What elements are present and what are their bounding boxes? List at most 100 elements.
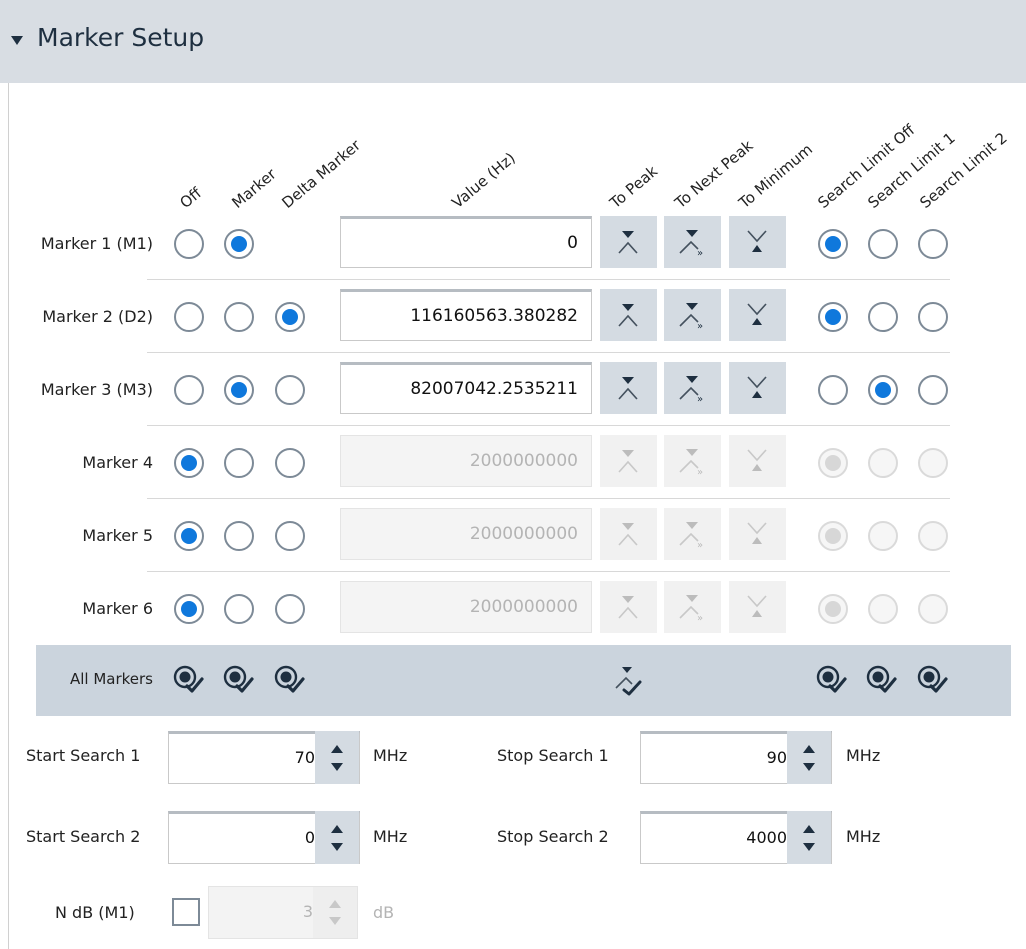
search-limit-1-radio <box>868 448 898 478</box>
increment-icon[interactable] <box>803 825 815 833</box>
start-search-2-label: Start Search 2 <box>26 827 141 846</box>
to-peak-button[interactable] <box>600 216 657 268</box>
row-separator <box>147 279 950 280</box>
search-limit-off-radio <box>818 521 848 551</box>
search-limit-off-radio[interactable] <box>818 302 848 332</box>
delta-marker-radio[interactable] <box>275 448 305 478</box>
to-next-peak-button[interactable]: » <box>664 362 721 414</box>
marker-row-label: Marker 1 (M1) <box>40 234 153 253</box>
marker-on-radio[interactable] <box>224 375 254 405</box>
marker-on-radio[interactable] <box>224 594 254 624</box>
to-next-peak-icon: » <box>679 230 703 259</box>
decrement-icon[interactable] <box>803 763 815 771</box>
to-next-peak-icon: » <box>679 522 703 551</box>
search-limit-off-radio[interactable] <box>818 229 848 259</box>
to-minimum-icon <box>747 595 767 617</box>
delta-marker-radio[interactable] <box>275 521 305 551</box>
search-limit-2-radio[interactable] <box>918 302 948 332</box>
increment-icon[interactable] <box>803 745 815 753</box>
start-search-2-stepper[interactable] <box>315 811 359 864</box>
to-next-peak-button[interactable]: » <box>664 216 721 268</box>
col-header-delta-marker: Delta Marker <box>278 136 365 212</box>
to-peak-button <box>600 508 657 560</box>
all-markers-off-icon[interactable] <box>172 664 204 696</box>
to-peak-icon <box>618 304 638 327</box>
marker-value-input[interactable]: 82007042.2535211 <box>340 362 592 414</box>
search-limit-2-radio[interactable] <box>918 375 948 405</box>
panel-border <box>8 83 9 949</box>
marker-value-input[interactable]: 116160563.380282 <box>340 289 592 341</box>
marker-off-radio[interactable] <box>174 375 204 405</box>
stop-search-1-value[interactable]: 90 <box>767 734 787 782</box>
search-limit-2-radio <box>918 521 948 551</box>
to-peak-button[interactable] <box>600 289 657 341</box>
start-search-1-field[interactable]: 70 <box>168 731 360 784</box>
search-limit-1-radio[interactable] <box>868 302 898 332</box>
search-limit-2-radio <box>918 594 948 624</box>
marker-off-radio[interactable] <box>174 594 204 624</box>
marker-on-radio[interactable] <box>224 521 254 551</box>
stop-search-2-stepper[interactable] <box>787 811 831 864</box>
to-minimum-icon <box>747 230 767 252</box>
search-limit-1-radio <box>868 594 898 624</box>
all-markers-search-limit-1-icon[interactable] <box>865 664 897 696</box>
stop-search-2-value[interactable]: 4000 <box>746 814 787 862</box>
decrement-icon[interactable] <box>803 843 815 851</box>
stop-search-1-field[interactable]: 90 <box>640 731 832 784</box>
to-minimum-button[interactable] <box>729 216 786 268</box>
to-minimum-button[interactable] <box>729 362 786 414</box>
marker-setup-header[interactable]: Marker Setup <box>0 0 1026 83</box>
increment-icon <box>329 900 341 908</box>
marker-on-radio[interactable] <box>224 448 254 478</box>
search-limit-off-radio[interactable] <box>818 375 848 405</box>
marker-on-radio[interactable] <box>224 302 254 332</box>
ndb-label: N dB (M1) <box>55 903 135 922</box>
marker-off-radio[interactable] <box>174 302 204 332</box>
to-peak-button <box>600 581 657 633</box>
search-limit-1-radio[interactable] <box>868 375 898 405</box>
svg-text:»: » <box>697 248 703 259</box>
decrement-icon[interactable] <box>331 843 343 851</box>
decrement-icon[interactable] <box>331 763 343 771</box>
to-next-peak-button: » <box>664 508 721 560</box>
stop-search-1-stepper[interactable] <box>787 731 831 784</box>
to-peak-button <box>600 435 657 487</box>
start-search-2-value[interactable]: 0 <box>305 814 315 862</box>
ndb-value: 3 <box>302 902 313 921</box>
search-limit-2-radio[interactable] <box>918 229 948 259</box>
to-minimum-button <box>729 581 786 633</box>
delta-marker-radio[interactable] <box>275 302 305 332</box>
all-markers-search-limit-2-icon[interactable] <box>916 664 948 696</box>
start-search-1-value[interactable]: 70 <box>295 734 315 782</box>
all-markers-search-limit-off-icon[interactable] <box>815 664 847 696</box>
to-minimum-icon <box>747 303 767 325</box>
row-separator <box>147 425 950 426</box>
marker-row-label: Marker 4 <box>82 453 153 472</box>
all-markers-label: All Markers <box>69 670 153 688</box>
marker-row-label: Marker 5 <box>82 526 153 545</box>
all-markers-to-peak-icon[interactable] <box>612 664 644 696</box>
marker-on-radio[interactable] <box>224 229 254 259</box>
search-limit-1-radio[interactable] <box>868 229 898 259</box>
marker-value-input[interactable]: 0 <box>340 216 592 268</box>
to-next-peak-button[interactable]: » <box>664 289 721 341</box>
collapse-triangle-icon[interactable] <box>11 36 23 45</box>
start-search-1-stepper[interactable] <box>315 731 359 784</box>
all-markers-delta-icon[interactable] <box>273 664 305 696</box>
delta-marker-radio[interactable] <box>275 594 305 624</box>
marker-off-radio[interactable] <box>174 521 204 551</box>
panel-title: Marker Setup <box>37 23 205 52</box>
marker-off-radio[interactable] <box>174 448 204 478</box>
stop-search-2-field[interactable]: 4000 <box>640 811 832 864</box>
start-search-2-field[interactable]: 0 <box>168 811 360 864</box>
delta-marker-radio[interactable] <box>275 375 305 405</box>
all-markers-marker-icon[interactable] <box>222 664 254 696</box>
to-minimum-button <box>729 435 786 487</box>
increment-icon[interactable] <box>331 745 343 753</box>
marker-off-radio[interactable] <box>174 229 204 259</box>
ndb-checkbox[interactable] <box>172 898 200 926</box>
to-minimum-button[interactable] <box>729 289 786 341</box>
col-header-to-peak: To Peak <box>606 162 662 212</box>
to-peak-button[interactable] <box>600 362 657 414</box>
increment-icon[interactable] <box>331 825 343 833</box>
